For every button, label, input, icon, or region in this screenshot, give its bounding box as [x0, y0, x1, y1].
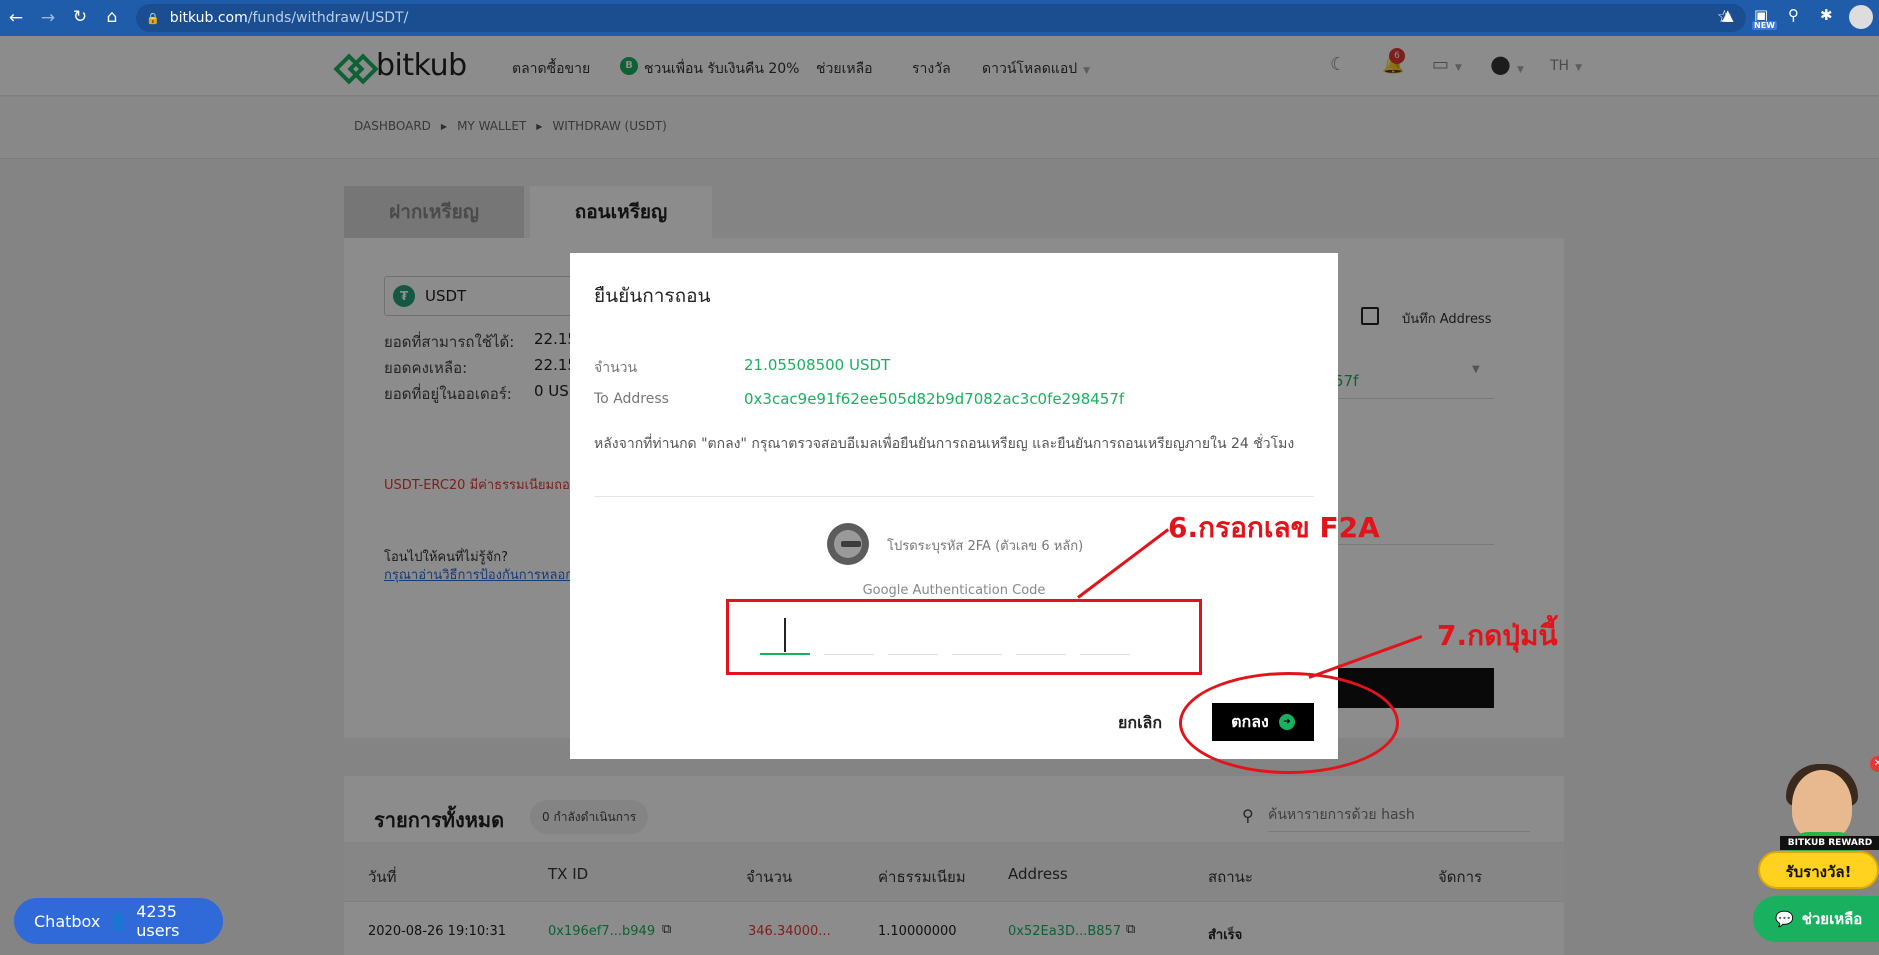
- address-bar[interactable]: 🔒 bitkub.com/funds/withdraw/USDT/ ☆: [136, 4, 1746, 32]
- chatbox-button[interactable]: Chatbox 👤 4235 users: [14, 898, 223, 944]
- close-icon[interactable]: ✕: [1870, 756, 1879, 772]
- amount-label: จำนวน: [594, 360, 638, 376]
- chat-bubble-icon: 💬: [1775, 910, 1794, 928]
- reward-widget[interactable]: BITKUB REWARD รับรางวัล! ✕: [1758, 756, 1879, 889]
- url-domain: bitkub.com: [169, 10, 248, 26]
- annotation-step-6: 6.กรอกเลข F2A: [1168, 511, 1380, 544]
- divider: [594, 496, 1314, 497]
- puzzle-extensions-icon[interactable]: ✱: [1820, 6, 1833, 24]
- ga-code-label: Google Authentication Code: [862, 583, 1046, 598]
- lock-icon: 🔒: [146, 11, 160, 25]
- claim-reward-button[interactable]: รับรางวัล!: [1758, 851, 1879, 889]
- profile-avatar[interactable]: [1849, 5, 1873, 29]
- help-label: ช่วยเหลือ: [1801, 910, 1863, 928]
- reward-tag: BITKUB REWARD: [1780, 836, 1879, 850]
- annotation-ok-oval: [1179, 672, 1399, 774]
- browser-toolbar: ← → ↻ ⌂ 🔒 bitkub.com/funds/withdraw/USDT…: [0, 0, 1879, 36]
- chatbox-users: 4235 users: [136, 902, 180, 940]
- annotation-otp-box: [726, 599, 1202, 675]
- drive-extension-icon[interactable]: ▲: [1722, 6, 1734, 24]
- twofa-hint: โปรดระบุรหัส 2FA (ตัวเลข 6 หลัก): [887, 539, 1084, 554]
- new-badge: NEW: [1752, 21, 1777, 30]
- help-chat-button[interactable]: 💬 ช่วยเหลือ: [1753, 896, 1879, 942]
- email-confirm-note: หลังจากที่ท่านกด "ตกลง" กรุณาตรวจสอบอีเม…: [594, 436, 1295, 452]
- reload-icon[interactable]: ↻: [66, 7, 94, 27]
- forward-icon[interactable]: →: [34, 8, 62, 28]
- annotation-step-7: 7.กดปุ่มนี้: [1437, 619, 1558, 652]
- link-extension-icon[interactable]: ⚲: [1788, 6, 1799, 24]
- amount-value: 21.05508500 USDT: [744, 356, 891, 374]
- chatbox-label: Chatbox: [34, 911, 101, 931]
- mascot-face: [1792, 770, 1852, 840]
- cancel-button[interactable]: ยกเลิก: [1118, 711, 1162, 736]
- home-icon[interactable]: ⌂: [98, 7, 126, 27]
- to-address-label: To Address: [594, 391, 669, 407]
- google-authenticator-icon: [827, 523, 869, 565]
- modal-title: ยืนยันการถอน: [594, 285, 711, 307]
- back-icon[interactable]: ←: [2, 8, 30, 28]
- url-path: /funds/withdraw/USDT/: [247, 10, 409, 26]
- user-icon: 👤: [108, 911, 129, 931]
- to-address-value: 0x3cac9e91f62ee505d82b9d7082ac3c0fe29845…: [744, 390, 1125, 408]
